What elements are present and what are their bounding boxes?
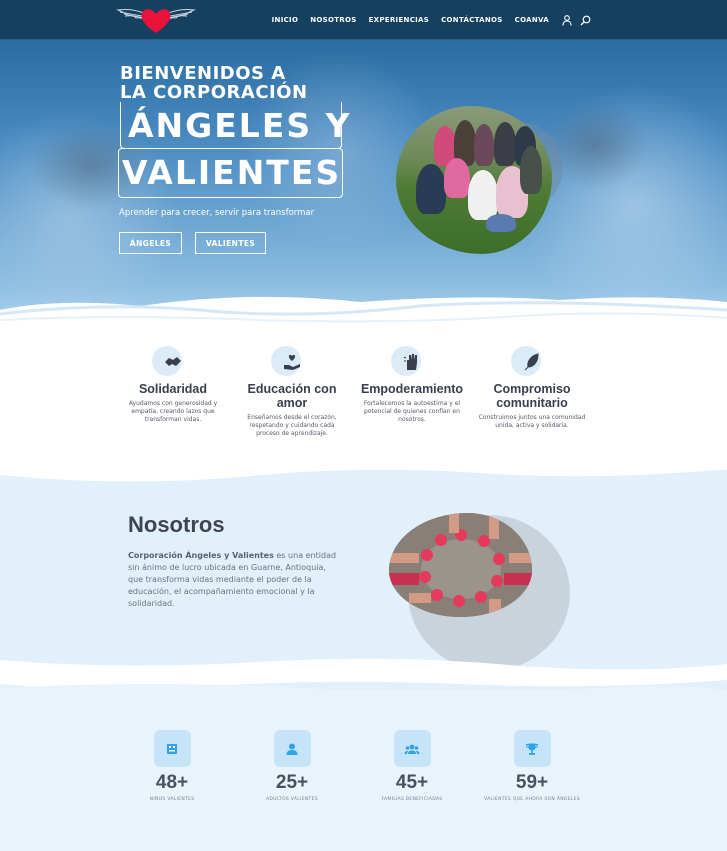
stat-label: NIÑOS VALIENTES [149,797,195,802]
person-icon [273,730,311,767]
stat-card: 25+ ADULTOS VALIENTES [232,730,352,802]
nav-contactanos[interactable]: CONTÁCTANOS [441,16,503,24]
value-text: Enseñamos desde el corazón, respetando y… [247,414,337,437]
value-card: Educación con amor Enseñamos desde el co… [237,346,347,438]
value-card: Solidaridad Ayudamos con generosidad y e… [118,346,228,424]
hero-title-line1: ÁNGELES Y [128,106,352,145]
value-text: Construimos juntos una comunidad unida, … [478,414,586,429]
hero-subtitle: Aprender para crecer, servir para transf… [119,208,315,218]
stat-value: 45+ [395,772,429,793]
stat-value: 59+ [515,772,549,793]
user-icon[interactable] [561,14,573,26]
stat-label: ADULTOS VALIENTES [266,797,318,802]
value-card: Empoderamiento Fortalecemos la autoestim… [357,346,467,424]
value-card: Compromiso comunitario Construimos junto… [477,346,587,430]
raised-hand-icon [403,354,417,370]
stat-card: 48+ NIÑOS VALIENTES [112,730,232,802]
group-icon [393,730,431,767]
nosotros-org-name: Corporación Ángeles y Valientes [128,551,274,560]
nav-inicio[interactable]: INICIO [272,16,299,24]
nav-nosotros[interactable]: NOSOTROS [310,16,356,24]
valientes-button[interactable]: VALIENTES [195,232,266,254]
stat-card: 59+ VALIENTES QUE AHORA SON ÁNGELES [472,730,592,802]
nosotros-text: Corporación Ángeles y Valientes es una e… [128,550,343,610]
stat-label: VALIENTES QUE AHORA SON ÁNGELES [484,797,580,802]
nav-coanva[interactable]: COANVA [515,16,549,24]
stat-value: 48+ [155,772,189,793]
search-icon[interactable] [579,14,591,26]
stat-value: 25+ [275,772,309,793]
stat-card: 45+ FAMILIAS BENEFICIADAS [352,730,472,802]
site-header: INICIO NOSOTROS EXPERIENCIAS CONTÁCTANOS… [0,0,727,40]
nav-experiencias[interactable]: EXPERIENCIAS [369,16,430,24]
hero-heading-line1: BIENVENIDOS A [120,63,286,84]
nosotros-title: Nosotros [128,512,225,537]
values-section: Solidaridad Ayudamos con generosidad y e… [0,330,727,470]
hero-title-line2: VALIENTES [122,153,342,192]
value-text: Fortalecemos la autoestima y el potencia… [363,400,461,423]
value-text: Ayudamos con generosidad y empatía, crea… [128,400,218,423]
value-title: Compromiso comunitario [493,382,571,410]
section-wave [0,455,727,482]
heart-hand-icon [284,354,300,370]
handshake-icon [165,357,181,366]
logo[interactable] [116,6,196,34]
trophy-icon [513,730,551,767]
hero-heading-line2: LA CORPORACIÓN [120,82,308,103]
feather-icon [524,353,539,371]
value-title: Educación con amor [247,382,337,410]
child-icon [153,730,191,767]
value-title: Empoderamiento [360,382,464,396]
main-nav: INICIO NOSOTROS EXPERIENCIAS CONTÁCTANOS… [272,0,727,40]
angeles-button[interactable]: ÁNGELES [119,232,182,254]
group-photo [396,106,552,254]
value-title: Solidaridad [138,382,208,396]
hero-wave [0,296,727,330]
stat-label: FAMILIAS BENEFICIADAS [381,797,443,802]
hero-section: BIENVENIDOS A LA CORPORACIÓN ÁNGELES Y V… [0,40,727,330]
